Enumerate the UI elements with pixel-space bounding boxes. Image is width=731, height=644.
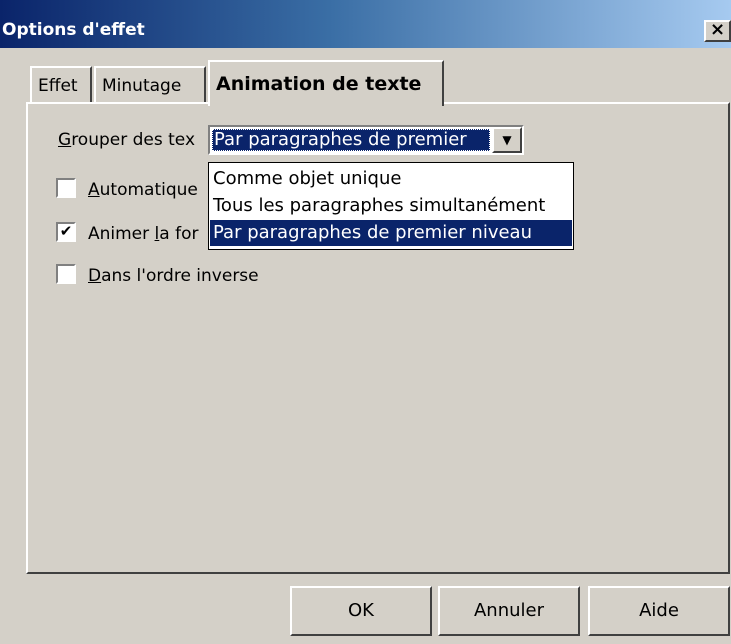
animate-shape-label: Animer la for [88,224,199,244]
title-bar: Options d'effet × [0,0,731,48]
dropdown-option-selected[interactable]: Par paragraphes de premier niveau [210,220,572,246]
group-text-combobox[interactable]: Par paragraphes de premier ▼ [208,125,524,155]
dropdown-option[interactable]: Tous les paragraphes simultanément [210,193,572,219]
group-text-label: Grouper des tex [58,130,196,150]
auto-checkbox[interactable] [56,178,76,198]
tab-effet[interactable]: Effet [30,66,92,104]
tab-minutage[interactable]: Minutage [94,66,206,104]
chevron-down-icon: ▼ [502,133,512,147]
auto-label: Automatique [88,180,198,200]
reverse-order-checkbox[interactable] [56,264,76,284]
window-title: Options d'effet [2,20,145,40]
checkmark-icon: ✔ [59,222,73,240]
close-button[interactable]: × [704,20,731,42]
group-text-dropdown-list: Comme objet unique Tous les paragraphes … [208,162,574,250]
tab-animation-de-texte[interactable]: Animation de texte [208,60,444,106]
help-button[interactable]: Aide [588,586,730,636]
tab-label: Effet [38,76,78,96]
ok-button[interactable]: OK [290,586,432,636]
dropdown-button[interactable]: ▼ [492,127,522,153]
tab-label: Minutage [102,76,182,96]
cancel-button[interactable]: Annuler [438,586,580,636]
close-icon: × [709,19,726,40]
reverse-order-label: Dans l'ordre inverse [88,266,259,286]
tab-label: Animation de texte [216,73,422,95]
dropdown-option[interactable]: Comme objet unique [210,166,572,192]
animate-shape-checkbox[interactable]: ✔ [56,222,76,242]
combobox-selected-value: Par paragraphes de premier [212,129,490,151]
